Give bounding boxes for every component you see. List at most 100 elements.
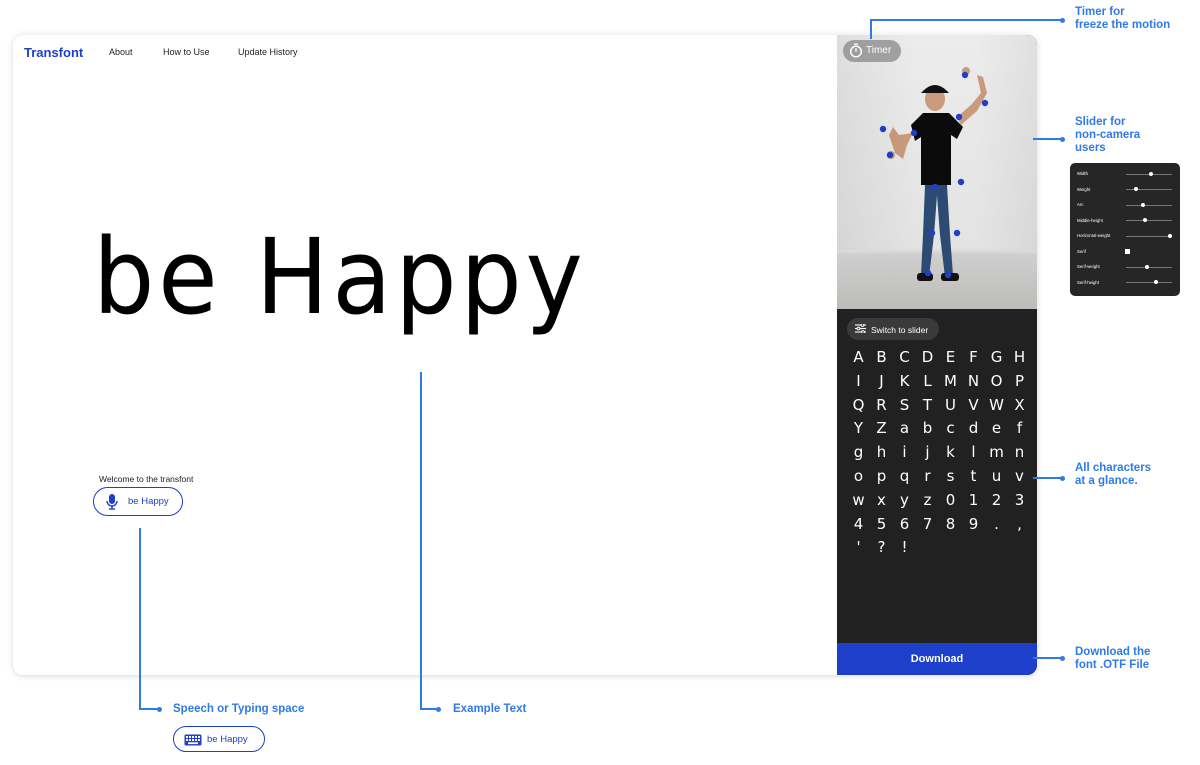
- slider-thumb[interactable]: [1141, 202, 1146, 207]
- slider-track[interactable]: [1126, 220, 1172, 221]
- glyph-cell[interactable]: ?: [870, 536, 893, 560]
- glyph-cell[interactable]: E: [939, 346, 962, 370]
- glyph-cell[interactable]: h: [870, 441, 893, 465]
- glyph-cell[interactable]: T: [916, 394, 939, 418]
- nav-link-update-history[interactable]: Update History: [238, 47, 298, 57]
- microphone-icon[interactable]: [105, 493, 119, 515]
- switch-to-slider-label: Switch to slider: [871, 325, 929, 335]
- glyph-cell[interactable]: a: [893, 417, 916, 441]
- glyph-cell[interactable]: l: [962, 441, 985, 465]
- typing-input[interactable]: be Happy: [173, 726, 265, 752]
- slider-thumb[interactable]: [1143, 218, 1148, 222]
- slider-thumb[interactable]: [1134, 187, 1139, 191]
- glyph-cell[interactable]: y: [893, 489, 916, 513]
- glyph-cell[interactable]: .: [985, 513, 1008, 537]
- glyph-cell[interactable]: 3: [1008, 489, 1031, 513]
- glyph-cell[interactable]: k: [939, 441, 962, 465]
- nav-link-about[interactable]: About: [109, 47, 133, 57]
- slider-track[interactable]: [1126, 282, 1172, 283]
- glyph-cell[interactable]: U: [939, 394, 962, 418]
- glyph-cell[interactable]: O: [985, 370, 1008, 394]
- glyph-cell[interactable]: P: [1008, 370, 1031, 394]
- nav-link-how-to-use[interactable]: How to Use: [163, 47, 210, 57]
- glyph-cell[interactable]: c: [939, 417, 962, 441]
- glyph-cell[interactable]: x: [870, 489, 893, 513]
- glyph-cell[interactable]: J: [870, 370, 893, 394]
- glyph-cell[interactable]: C: [893, 346, 916, 370]
- glyph-cell[interactable]: e: [985, 417, 1008, 441]
- slider-thumb[interactable]: [1144, 264, 1149, 269]
- keyboard-icon[interactable]: [184, 733, 202, 751]
- glyph-cell[interactable]: G: [985, 346, 1008, 370]
- glyph-cell[interactable]: ,: [1008, 513, 1031, 537]
- glyph-cell[interactable]: z: [916, 489, 939, 513]
- glyph-cell[interactable]: 9: [962, 513, 985, 537]
- glyph-cell[interactable]: W: [985, 394, 1008, 418]
- glyph-cell[interactable]: s: [939, 465, 962, 489]
- glyph-cell[interactable]: ': [847, 536, 870, 560]
- slider-label: Width: [1077, 171, 1088, 176]
- glyph-cell[interactable]: Z: [870, 417, 893, 441]
- glyph-cell[interactable]: d: [962, 417, 985, 441]
- glyph-cell[interactable]: m: [985, 441, 1008, 465]
- glyph-cell[interactable]: 7: [916, 513, 939, 537]
- annotation-slider: Slider for non-camera users: [1075, 116, 1141, 155]
- glyph-cell[interactable]: j: [916, 441, 939, 465]
- glyph-cell[interactable]: 1: [962, 489, 985, 513]
- glyph-cell[interactable]: g: [847, 441, 870, 465]
- glyph-cell[interactable]: 4: [847, 513, 870, 537]
- glyph-cell[interactable]: 8: [939, 513, 962, 537]
- glyph-cell[interactable]: D: [916, 346, 939, 370]
- slider-label: Serif-weight: [1077, 264, 1100, 269]
- slider-track[interactable]: [1126, 235, 1172, 237]
- glyph-cell[interactable]: n: [1008, 441, 1031, 465]
- glyph-cell[interactable]: S: [893, 394, 916, 418]
- timer-label: Timer: [866, 45, 892, 56]
- slider-track[interactable]: [1126, 266, 1172, 268]
- glyph-cell[interactable]: Q: [847, 394, 870, 418]
- glyph-cell[interactable]: Y: [847, 417, 870, 441]
- glyph-cell[interactable]: p: [870, 465, 893, 489]
- glyph-cell[interactable]: L: [916, 370, 939, 394]
- slider-track[interactable]: [1126, 189, 1172, 190]
- switch-to-slider-button[interactable]: Switch to slider: [847, 318, 939, 340]
- glyph-cell[interactable]: B: [870, 346, 893, 370]
- glyph-cell[interactable]: 6: [893, 513, 916, 537]
- glyph-cell[interactable]: 5: [870, 513, 893, 537]
- download-button[interactable]: Download: [837, 643, 1037, 675]
- glyph-cell[interactable]: X: [1008, 394, 1031, 418]
- slider-label: Serif: [1077, 248, 1086, 254]
- slider-thumb[interactable]: [1167, 233, 1172, 238]
- glyph-cell[interactable]: K: [893, 370, 916, 394]
- glyph-cell[interactable]: u: [985, 465, 1008, 489]
- brand-logo[interactable]: Transfont: [24, 45, 83, 60]
- glyph-cell[interactable]: t: [962, 465, 985, 489]
- timer-button[interactable]: Timer: [843, 40, 901, 62]
- glyph-cell[interactable]: q: [893, 465, 916, 489]
- glyph-cell[interactable]: N: [962, 370, 985, 394]
- glyph-cell[interactable]: v: [1008, 465, 1031, 489]
- slider-track[interactable]: [1126, 204, 1172, 206]
- glyph-cell[interactable]: A: [847, 346, 870, 370]
- navbar: Transfont About How to Use Update Histor…: [13, 35, 833, 69]
- glyph-cell[interactable]: H: [1008, 346, 1031, 370]
- glyph-cell[interactable]: I: [847, 370, 870, 394]
- glyph-cell[interactable]: 2: [985, 489, 1008, 513]
- slider-thumb[interactable]: [1153, 280, 1158, 284]
- glyph-cell[interactable]: r: [916, 465, 939, 489]
- glyph-cell[interactable]: b: [916, 417, 939, 441]
- speech-input[interactable]: be Happy: [93, 487, 183, 516]
- glyph-cell[interactable]: f: [1008, 417, 1031, 441]
- glyph-cell[interactable]: F: [962, 346, 985, 370]
- glyph-cell[interactable]: R: [870, 394, 893, 418]
- glyph-cell[interactable]: i: [893, 441, 916, 465]
- glyph-cell[interactable]: o: [847, 465, 870, 489]
- glyph-cell[interactable]: M: [939, 370, 962, 394]
- glyph-cell[interactable]: V: [962, 394, 985, 418]
- stopwatch-icon: [849, 43, 863, 58]
- serif-checkbox[interactable]: [1125, 249, 1130, 254]
- glyph-cell[interactable]: w: [847, 489, 870, 513]
- slider-thumb[interactable]: [1149, 171, 1154, 176]
- glyph-cell[interactable]: 0: [939, 489, 962, 513]
- glyph-cell[interactable]: !: [893, 536, 916, 560]
